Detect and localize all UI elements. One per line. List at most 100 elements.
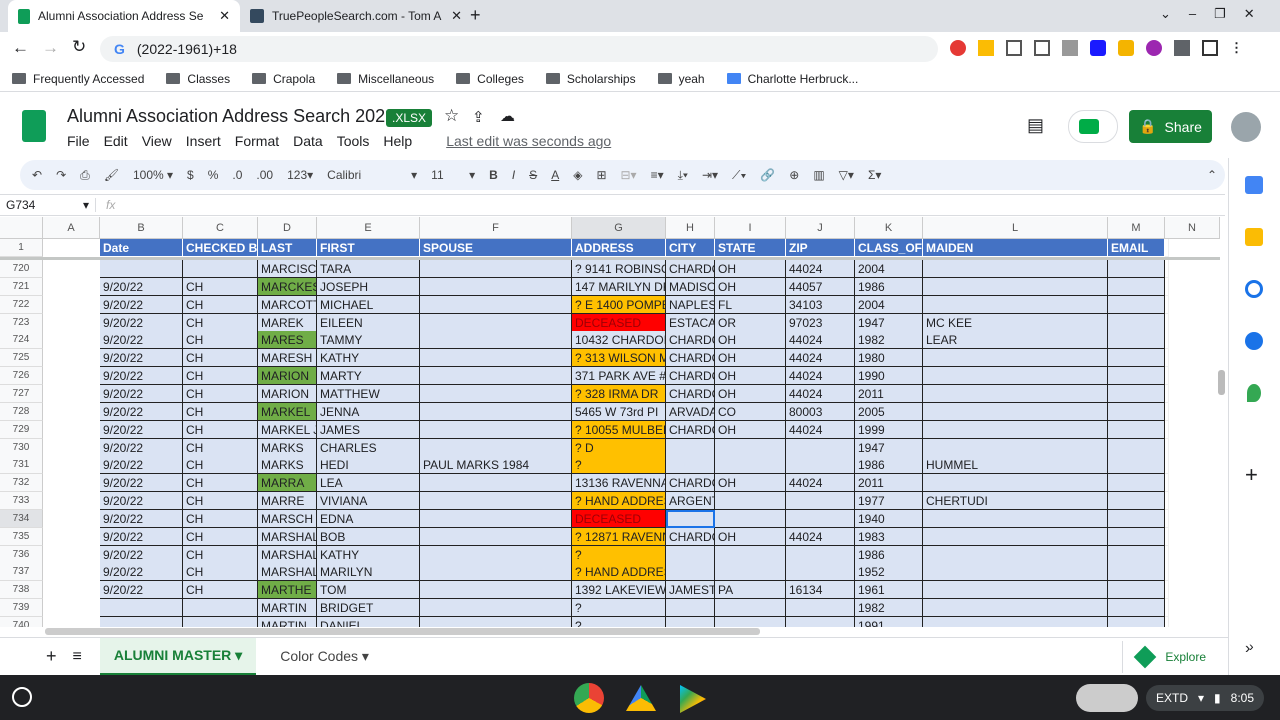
cell[interactable]: CH bbox=[183, 367, 258, 386]
cell[interactable]: OR bbox=[715, 313, 786, 332]
shield-icon[interactable] bbox=[1006, 40, 1022, 56]
cell[interactable]: OH bbox=[715, 384, 786, 403]
increase-decimal-button[interactable]: .00 bbox=[256, 168, 273, 182]
cloud-status-icon[interactable]: ☁ bbox=[500, 107, 515, 125]
cell[interactable] bbox=[715, 456, 786, 475]
column-header-L[interactable]: L bbox=[923, 217, 1108, 239]
strikethrough-icon[interactable]: S bbox=[529, 168, 537, 182]
cell[interactable]: MARES bbox=[258, 331, 317, 350]
row-header[interactable]: 724 bbox=[0, 331, 43, 350]
header-cell[interactable]: EMAIL bbox=[1108, 239, 1165, 257]
column-header-G[interactable]: G bbox=[572, 217, 666, 239]
cell[interactable] bbox=[666, 563, 715, 582]
cell[interactable]: EILEEN bbox=[317, 313, 420, 332]
cell[interactable]: 9/20/22 bbox=[100, 349, 183, 368]
cell[interactable]: CHARDON bbox=[666, 331, 715, 350]
cell[interactable]: 44024 bbox=[786, 474, 855, 493]
menu-format[interactable]: Format bbox=[235, 133, 279, 149]
cell[interactable]: MARCOTTA bbox=[258, 295, 317, 314]
percent-button[interactable]: % bbox=[208, 168, 219, 182]
cell[interactable]: OH bbox=[715, 349, 786, 368]
cell[interactable]: MARSHALL bbox=[258, 545, 317, 564]
cell[interactable]: 1982 bbox=[855, 331, 923, 350]
column-header-A[interactable]: A bbox=[43, 217, 100, 239]
tasks-icon[interactable] bbox=[1245, 280, 1263, 298]
cell[interactable]: 1999 bbox=[855, 420, 923, 439]
cell[interactable]: 44024 bbox=[786, 384, 855, 403]
cell[interactable]: 1952 bbox=[855, 563, 923, 582]
cell[interactable] bbox=[786, 456, 855, 475]
cell[interactable] bbox=[666, 456, 715, 475]
cell[interactable] bbox=[786, 599, 855, 618]
cell[interactable]: KATHY bbox=[317, 349, 420, 368]
cell[interactable]: CH bbox=[183, 509, 258, 528]
cell[interactable]: LEA bbox=[317, 474, 420, 493]
empty-cell[interactable] bbox=[1165, 509, 1169, 528]
cell[interactable]: MARION bbox=[258, 367, 317, 386]
play-store-icon[interactable] bbox=[680, 685, 706, 713]
row-header[interactable]: 728 bbox=[0, 402, 43, 421]
cell[interactable]: MARTHE bbox=[258, 581, 317, 600]
bookmark-item[interactable]: Crapola bbox=[252, 72, 315, 86]
cell[interactable] bbox=[786, 438, 855, 457]
side-panel-icon[interactable] bbox=[1202, 40, 1218, 56]
cell[interactable]: ARVADA bbox=[666, 402, 715, 421]
empty-cell[interactable] bbox=[1165, 313, 1169, 332]
cell[interactable]: ? bbox=[572, 545, 666, 564]
drive-icon[interactable] bbox=[626, 685, 656, 711]
status-tray[interactable]: EXTD ▾ ▮ 8:05 bbox=[1146, 685, 1265, 711]
cell[interactable]: 9/20/22 bbox=[100, 527, 183, 546]
thumbs-up-icon[interactable] bbox=[1118, 40, 1134, 56]
formula-input[interactable] bbox=[125, 196, 1225, 214]
column-header-E[interactable]: E bbox=[317, 217, 420, 239]
empty-cell[interactable] bbox=[1165, 367, 1169, 386]
cell[interactable]: OH bbox=[715, 367, 786, 386]
decrease-decimal-button[interactable]: .0 bbox=[232, 168, 242, 182]
cell[interactable]: 44024 bbox=[786, 367, 855, 386]
cell[interactable]: TARA bbox=[317, 260, 420, 278]
redo-icon[interactable]: ↷ bbox=[56, 168, 66, 182]
cell[interactable] bbox=[923, 438, 1108, 457]
cell[interactable] bbox=[715, 438, 786, 457]
header-cell[interactable]: FIRST bbox=[317, 239, 420, 257]
column-header-I[interactable]: I bbox=[715, 217, 786, 239]
add-addon-icon[interactable]: + bbox=[1245, 462, 1258, 488]
cell[interactable] bbox=[420, 402, 572, 421]
empty-cell[interactable] bbox=[1165, 599, 1169, 618]
empty-cell[interactable] bbox=[1165, 456, 1169, 475]
column-header-F[interactable]: F bbox=[420, 217, 572, 239]
cell[interactable]: FL bbox=[715, 295, 786, 314]
meet-button[interactable] bbox=[1068, 110, 1118, 143]
cell[interactable] bbox=[1108, 384, 1165, 403]
cell[interactable] bbox=[666, 545, 715, 564]
cell[interactable]: OH bbox=[715, 527, 786, 546]
cell[interactable]: 9/20/22 bbox=[100, 331, 183, 350]
cell[interactable] bbox=[786, 617, 855, 627]
cell[interactable] bbox=[786, 545, 855, 564]
side-panel-toggle-icon[interactable]: › bbox=[1245, 640, 1250, 658]
row-header[interactable]: 734 bbox=[0, 509, 43, 528]
cell[interactable] bbox=[923, 474, 1108, 493]
sheet-tab-alumni-master[interactable]: ALUMNI MASTER ▾ bbox=[99, 637, 257, 676]
cell[interactable]: ? E 1400 POMPEI LANE #3 bbox=[572, 295, 666, 314]
cell[interactable]: DANIEL bbox=[317, 617, 420, 627]
cell[interactable] bbox=[923, 277, 1108, 296]
cell[interactable]: HUMMEL bbox=[923, 456, 1108, 475]
row-header[interactable]: 740 bbox=[0, 617, 43, 627]
cell[interactable]: 9/20/22 bbox=[100, 563, 183, 582]
cell[interactable]: 2011 bbox=[855, 384, 923, 403]
header-cell[interactable]: CHECKED BY bbox=[183, 239, 258, 257]
cell[interactable]: KATHY bbox=[317, 545, 420, 564]
cell[interactable]: 1392 LAKEVIEW RD bbox=[572, 581, 666, 600]
cell[interactable]: EDNA bbox=[317, 509, 420, 528]
cell[interactable]: MAREK bbox=[258, 313, 317, 332]
row-header[interactable]: 725 bbox=[0, 349, 43, 368]
cell[interactable] bbox=[420, 313, 572, 332]
cell[interactable]: 9/20/22 bbox=[100, 492, 183, 511]
share-button[interactable]: 🔒 Share bbox=[1129, 110, 1212, 143]
cell[interactable]: PAUL MARKS 1984 bbox=[420, 456, 572, 475]
cell[interactable]: CHARDON bbox=[666, 384, 715, 403]
cell[interactable]: 9/20/22 bbox=[100, 456, 183, 475]
cell[interactable]: 44024 bbox=[786, 420, 855, 439]
move-icon[interactable]: ⇪ bbox=[472, 108, 485, 126]
